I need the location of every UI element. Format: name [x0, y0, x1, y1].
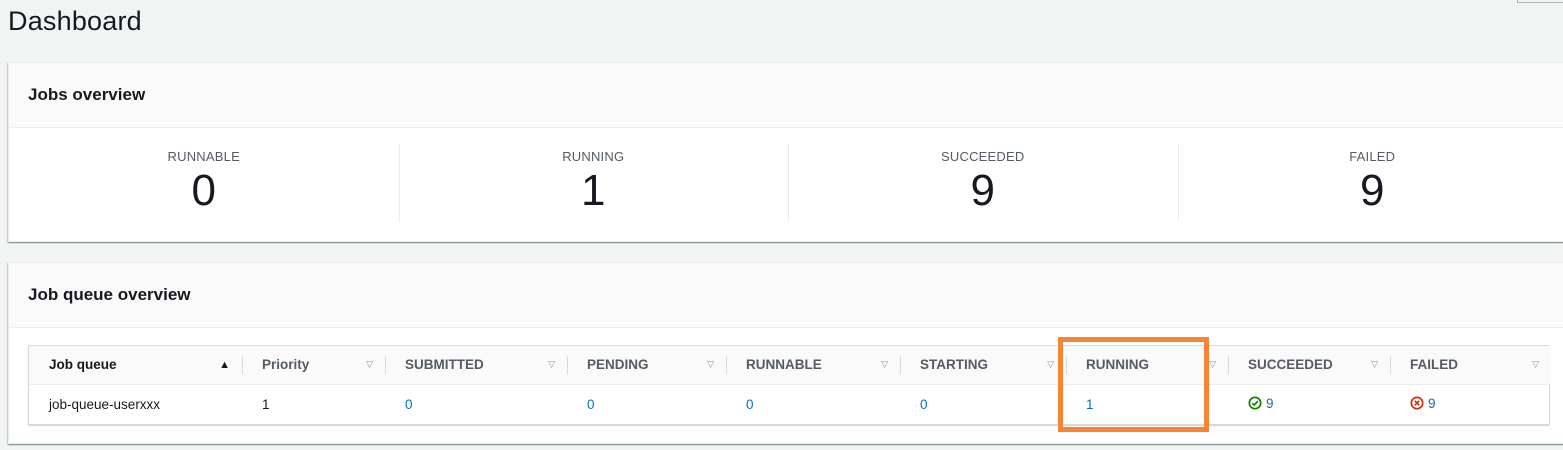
stat-value: 1 [581, 166, 606, 215]
col-header-label: FAILED [1410, 357, 1459, 373]
jobs-overview-panel: Jobs overview RUNNABLE 0 RUNNING 1 SUCCE… [8, 62, 1563, 242]
col-header-label: Priority [262, 357, 310, 373]
sort-icon: ▽ [548, 359, 555, 370]
succeeded-status[interactable]: 9 [1248, 396, 1274, 411]
succeeded-count-link[interactable]: 9 [1266, 396, 1274, 411]
cell-failed: 9 [1390, 384, 1551, 424]
stat-runnable: RUNNABLE 0 [9, 128, 399, 243]
col-header-label: STARTING [920, 357, 988, 373]
stat-failed: FAILED 9 [1177, 128, 1563, 243]
stat-label: SUCCEEDED [941, 149, 1025, 164]
cell-job-queue: job-queue-userxxx [49, 396, 161, 412]
stat-value: 9 [970, 166, 995, 215]
jobs-stats: RUNNABLE 0 RUNNING 1 SUCCEEDED 9 FAILED … [9, 128, 1563, 243]
failed-status[interactable]: 9 [1410, 396, 1436, 411]
cell-submitted-link[interactable]: 0 [385, 384, 567, 424]
stat-label: RUNNING [562, 149, 625, 164]
col-header-label: Job queue [49, 357, 117, 373]
sort-icon: ▽ [1209, 359, 1216, 370]
jobs-overview-title: Jobs overview [28, 85, 146, 104]
job-queue-overview-title: Job queue overview [28, 285, 191, 304]
page-title: Dashboard [8, 6, 142, 36]
cell-running-link[interactable]: 1 [1066, 384, 1228, 424]
cell-pending-link[interactable]: 0 [567, 384, 726, 424]
col-header-label: SUBMITTED [405, 357, 484, 373]
top-edge-line [1517, 0, 1563, 3]
stat-label: FAILED [1349, 149, 1396, 164]
sort-icon: ▽ [1532, 359, 1539, 370]
cell-priority: 1 [262, 396, 270, 412]
col-header-running[interactable]: RUNNING ▽ [1066, 346, 1228, 385]
col-header-starting[interactable]: STARTING ▽ [900, 346, 1066, 385]
table-header-row: Job queue ▲ Priority ▽ SUBMITTED ▽ PENDING ▽… [29, 346, 1551, 385]
job-queue-table-container: Job queue ▲ Priority ▽ SUBMITTED ▽ PENDING ▽… [28, 345, 1551, 425]
stat-succeeded: SUCCEEDED 9 [788, 128, 1178, 243]
table-row: job-queue-userxxx 1 0 0 0 0 1 9 9 [29, 384, 1551, 424]
sort-icon: ▽ [707, 359, 714, 370]
col-header-priority[interactable]: Priority ▽ [242, 346, 385, 385]
col-header-submitted[interactable]: SUBMITTED ▽ [385, 346, 567, 385]
job-queue-overview-header: Job queue overview [9, 263, 1563, 328]
error-circle-icon [1410, 396, 1424, 410]
stat-value: 9 [1360, 166, 1385, 215]
stat-label: RUNNABLE [167, 149, 240, 164]
col-header-pending[interactable]: PENDING ▽ [567, 346, 726, 385]
jobs-overview-header: Jobs overview [9, 63, 1563, 128]
sort-icon: ▽ [366, 359, 373, 370]
cell-succeeded: 9 [1228, 384, 1390, 424]
col-header-succeeded[interactable]: SUCCEEDED ▽ [1228, 346, 1390, 385]
job-queue-overview-panel: Job queue overview Job queue ▲ Priority ▽ … [8, 262, 1563, 444]
sort-icon: ▽ [1371, 359, 1378, 370]
col-header-runnable[interactable]: RUNNABLE ▽ [726, 346, 900, 385]
stat-value: 0 [191, 166, 216, 215]
sort-icon: ▽ [1047, 359, 1054, 370]
sort-ascending-icon: ▲ [219, 358, 230, 371]
cell-starting-link[interactable]: 0 [900, 384, 1066, 424]
col-header-label: SUCCEEDED [1248, 357, 1333, 373]
failed-count-link[interactable]: 9 [1428, 396, 1436, 411]
col-header-label: RUNNABLE [746, 357, 822, 373]
col-header-label: PENDING [587, 357, 649, 373]
col-header-failed[interactable]: FAILED ▽ [1390, 346, 1551, 385]
cell-runnable-link[interactable]: 0 [726, 384, 900, 424]
col-header-label: RUNNING [1086, 357, 1149, 373]
job-queue-table: Job queue ▲ Priority ▽ SUBMITTED ▽ PENDING ▽… [29, 346, 1551, 424]
stat-running: RUNNING 1 [398, 128, 789, 243]
check-circle-icon [1248, 396, 1262, 410]
col-header-job-queue[interactable]: Job queue ▲ [29, 346, 242, 385]
sort-icon: ▽ [881, 359, 888, 370]
